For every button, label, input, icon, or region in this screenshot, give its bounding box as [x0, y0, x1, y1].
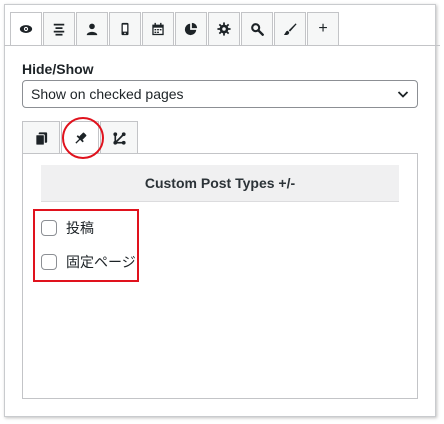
subtab-taxonomies[interactable] [100, 121, 138, 154]
hide-show-label: Hide/Show [22, 61, 94, 77]
gear-icon [217, 22, 231, 36]
subtab-pages[interactable] [22, 121, 60, 154]
search-icon [251, 23, 264, 36]
add-label: + [318, 20, 328, 37]
highlight-box [33, 209, 139, 282]
tab-stats[interactable] [175, 12, 207, 45]
user-icon [86, 23, 98, 36]
toolbar-tabs: + [10, 12, 340, 45]
panel-header[interactable]: Custom Post Types +/- [41, 165, 399, 202]
chevron-down-icon [397, 91, 409, 98]
tab-search[interactable] [241, 12, 273, 45]
tab-style[interactable] [274, 12, 306, 45]
toolbar-divider [4, 45, 440, 46]
tab-alignment[interactable] [43, 12, 75, 45]
pages-icon [34, 131, 47, 146]
tab-visibility[interactable] [10, 12, 42, 45]
mobile-icon [121, 22, 129, 36]
tab-devices[interactable] [109, 12, 141, 45]
pie-chart-icon [184, 22, 198, 36]
taxonomy-icon [112, 131, 126, 145]
highlight-circle [62, 117, 104, 159]
calendar-icon [152, 22, 164, 36]
tab-settings[interactable] [208, 12, 240, 45]
align-center-icon [53, 23, 65, 36]
eye-icon [19, 25, 33, 33]
visibility-select[interactable]: Show on checked pages [22, 80, 418, 108]
tab-add[interactable]: + [307, 12, 339, 45]
tab-users[interactable] [76, 12, 108, 45]
visibility-select-value: Show on checked pages [31, 86, 184, 102]
brush-icon [283, 23, 297, 36]
tab-schedule[interactable] [142, 12, 174, 45]
